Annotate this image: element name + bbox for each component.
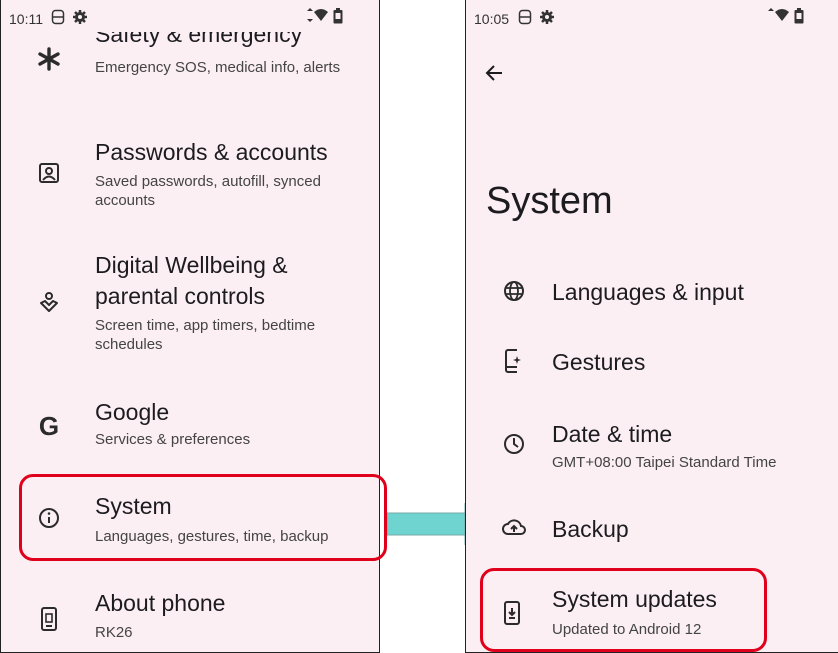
item-subtitle: Screen time, app timers, bedtime schedul… xyxy=(95,317,316,353)
gestures-icon xyxy=(501,348,527,374)
settings-item-safety[interactable]: Safety & emergency Emergency SOS, medica… xyxy=(1,0,379,100)
cloud-upload-icon xyxy=(501,514,527,540)
item-title: Languages & input xyxy=(552,279,744,305)
clock-icon xyxy=(501,431,527,457)
status-time: 10:05 xyxy=(474,11,510,27)
settings-item-backup[interactable]: Backup xyxy=(466,500,838,555)
google-g-icon: G xyxy=(38,410,60,441)
item-title: About phone xyxy=(95,590,226,616)
item-title: Digital Wellbeing & xyxy=(95,252,288,278)
settings-item-passwords-accounts[interactable]: Passwords & accounts Saved passwords, au… xyxy=(1,130,379,220)
item-subtitle: Emergency SOS, medical info, alerts xyxy=(95,59,341,76)
battery-icon xyxy=(794,8,804,27)
item-title: Date & time xyxy=(552,421,673,447)
item-subtitle: Services & preferences xyxy=(95,431,251,448)
item-title: Google xyxy=(95,399,170,425)
settings-item-about-phone[interactable]: About phone RK26 xyxy=(1,580,379,652)
item-title-line2: parental controls xyxy=(95,283,266,309)
phone-icon xyxy=(36,606,62,632)
item-title: Passwords & accounts xyxy=(95,139,328,165)
back-arrow-icon[interactable] xyxy=(484,63,504,88)
account-box-icon xyxy=(36,160,62,186)
item-title: Gestures xyxy=(552,349,646,375)
item-subtitle: Saved passwords, autofill, synced accoun… xyxy=(95,173,321,209)
globe-icon xyxy=(501,278,527,304)
settings-item-digital-wellbeing[interactable]: Digital Wellbeing & parental controls Sc… xyxy=(1,245,379,365)
asterisk-icon xyxy=(36,46,62,72)
system-screen-right: 10:05 System Languages & input Gestures xyxy=(465,0,838,653)
item-subtitle: RK26 xyxy=(95,624,133,641)
sim-icon xyxy=(518,9,532,28)
gear-icon xyxy=(539,9,555,28)
settings-item-google[interactable]: G Google Services & preferences xyxy=(1,390,379,460)
settings-item-gestures[interactable]: Gestures xyxy=(466,335,838,390)
page-title: System xyxy=(486,180,613,222)
item-title: Safety & emergency xyxy=(95,21,303,47)
item-title: Backup xyxy=(552,516,629,542)
item-subtitle: GMT+08:00 Taipei Standard Time xyxy=(552,454,777,471)
wifi-icon xyxy=(767,8,791,25)
status-bar: 10:05 xyxy=(466,0,838,36)
wellbeing-icon xyxy=(36,290,62,316)
highlight-system xyxy=(19,474,387,561)
settings-item-date-time[interactable]: Date & time GMT+08:00 Taipei Standard Ti… xyxy=(466,410,838,480)
highlight-system-updates xyxy=(480,568,767,652)
settings-item-languages-input[interactable]: Languages & input xyxy=(466,265,838,320)
